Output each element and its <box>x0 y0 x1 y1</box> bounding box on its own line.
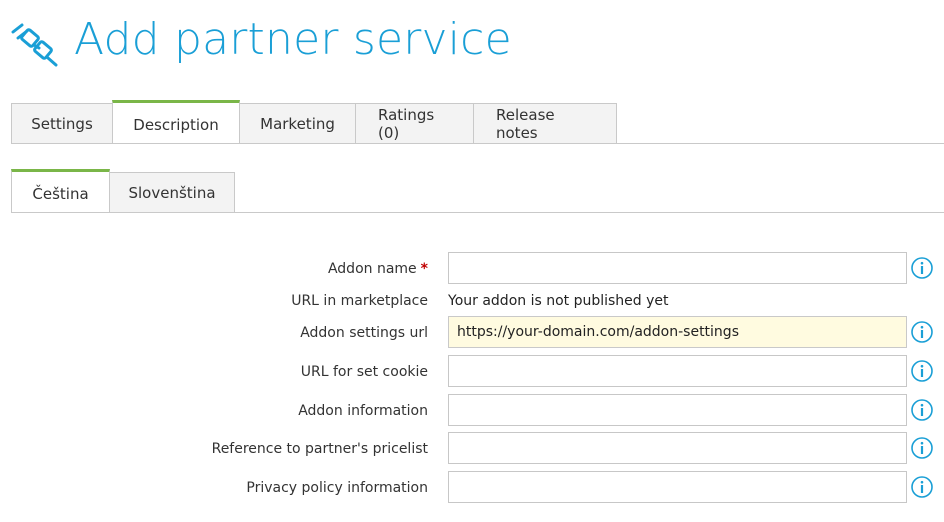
addon-settings-url-label: Addon settings url <box>300 325 428 341</box>
tab-ratings[interactable]: Ratings (0) <box>355 103 474 143</box>
set-cookie-url-label: URL for set cookie <box>300 364 428 380</box>
marketplace-url-label: URL in marketplace <box>291 293 428 309</box>
form-row-addon-settings-url: Addon settings url <box>0 316 944 350</box>
addon-information-input[interactable] <box>448 394 907 426</box>
addon-information-label: Addon information <box>298 403 428 419</box>
info-icon[interactable] <box>910 475 934 499</box>
page-title: Add partner service <box>74 14 512 65</box>
form-row-marketplace-url: URL in marketplace Your addon is not pub… <box>0 284 944 318</box>
tab-release-notes[interactable]: Release notes <box>473 103 617 143</box>
form-row-addon-name: Addon name * <box>0 252 944 286</box>
form-row-pricelist-reference: Reference to partner's pricelist <box>0 432 944 466</box>
tab-settings[interactable]: Settings <box>11 103 113 143</box>
info-icon[interactable] <box>910 359 934 383</box>
primary-tabs: Settings Description Marketing Ratings (… <box>11 100 617 143</box>
required-marker: * <box>420 261 428 277</box>
privacy-policy-input[interactable] <box>448 471 907 503</box>
addon-settings-url-input[interactable] <box>448 316 907 348</box>
primary-tabs-baseline <box>11 143 944 144</box>
form-row-addon-information: Addon information <box>0 394 944 428</box>
language-tabs: Čeština Slovenština <box>11 169 235 212</box>
tab-description[interactable]: Description <box>112 100 240 143</box>
tab-marketing[interactable]: Marketing <box>239 103 356 143</box>
marketplace-url-value: Your addon is not published yet <box>448 293 669 309</box>
language-tabs-baseline <box>11 212 944 213</box>
privacy-policy-label: Privacy policy information <box>246 480 428 496</box>
form-row-privacy-policy: Privacy policy information <box>0 471 944 505</box>
info-icon[interactable] <box>910 256 934 280</box>
addon-name-input[interactable] <box>448 252 907 284</box>
tab-language-slovak[interactable]: Slovenština <box>109 172 235 212</box>
plug-icon <box>11 23 58 67</box>
form-row-set-cookie-url: URL for set cookie <box>0 355 944 389</box>
tab-language-czech[interactable]: Čeština <box>11 169 110 212</box>
addon-name-label: Addon name * <box>327 261 428 277</box>
set-cookie-url-input[interactable] <box>448 355 907 387</box>
pricelist-reference-label: Reference to partner's pricelist <box>211 441 428 457</box>
info-icon[interactable] <box>910 436 934 460</box>
pricelist-reference-input[interactable] <box>448 432 907 464</box>
info-icon[interactable] <box>910 320 934 344</box>
info-icon[interactable] <box>910 398 934 422</box>
